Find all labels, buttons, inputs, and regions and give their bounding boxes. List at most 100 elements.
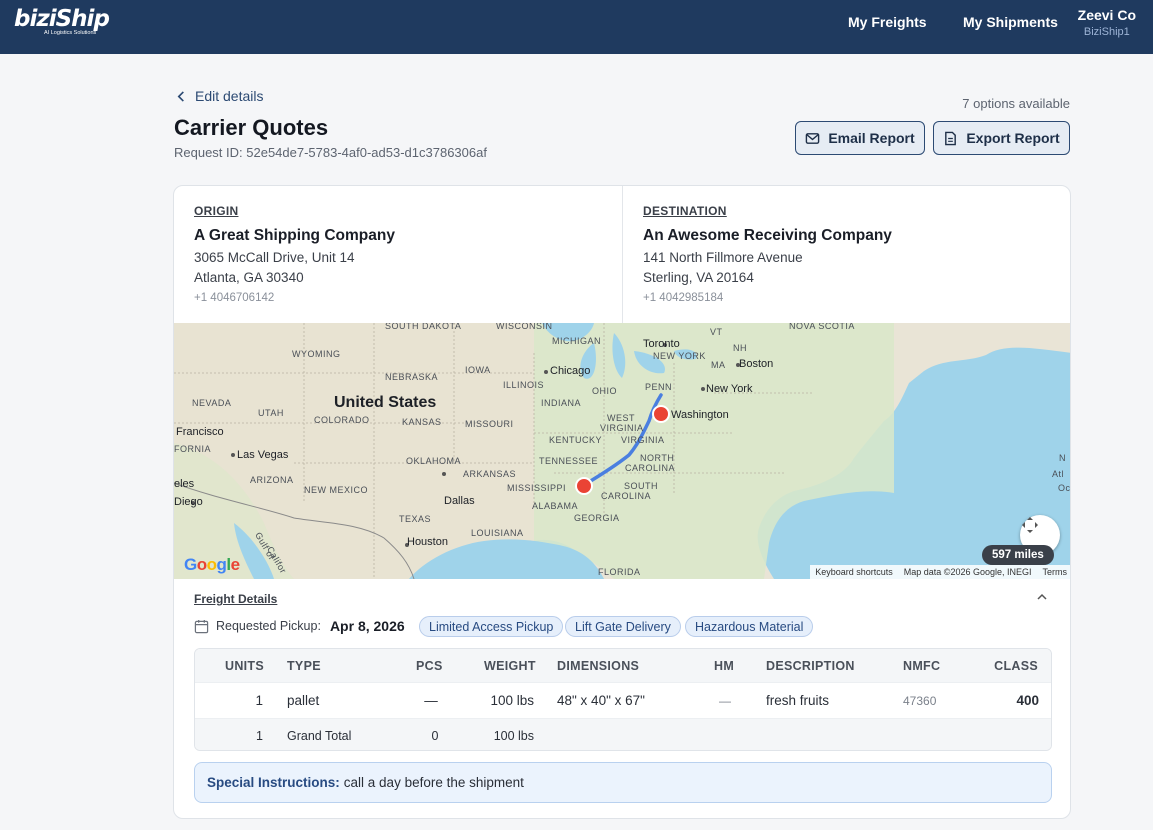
map-terms-link[interactable]: Terms: [1043, 567, 1068, 577]
map-city-chicago: Chicago: [550, 365, 591, 377]
requested-pickup: Requested Pickup: Apr 8, 2026: [194, 618, 405, 634]
map-city-las-vegas: Las Vegas: [237, 449, 289, 461]
map-city-san-francisco: Francisco: [176, 426, 224, 438]
map-label-louisiana: LOUISIANA: [471, 528, 524, 538]
export-report-label: Export Report: [966, 130, 1060, 146]
map-city-toronto: Toronto: [643, 338, 680, 350]
col-nmfc: NMFC: [903, 658, 941, 673]
route-distance-badge: 597 miles: [982, 545, 1054, 565]
email-report-label: Email Report: [828, 130, 915, 146]
cell-nmfc: 47360: [903, 693, 937, 708]
map-label-iowa: IOWA: [465, 365, 491, 375]
cell-pcs: —: [424, 693, 438, 708]
cell-type: pallet: [287, 693, 320, 708]
map-label-indiana: INDIANA: [541, 398, 582, 408]
biziship-logo[interactable]: biziShip AI Logistics Solutions: [14, 6, 110, 38]
col-weight: WEIGHT: [484, 658, 536, 673]
nav-my-freights[interactable]: My Freights: [848, 14, 927, 30]
route-map[interactable]: SOUTH DAKOTA WISCONSIN MICHIGAN Toronto …: [174, 323, 1070, 579]
map-label-penn: PENN: [645, 382, 673, 392]
map-label-nebraska: NEBRASKA: [385, 372, 439, 382]
cell-hm: —: [719, 693, 731, 708]
map-label-south-dakota: SOUTH DAKOTA: [385, 323, 462, 331]
map-label-north-carolina: CAROLINA: [625, 463, 676, 473]
logo-tagline: AI Logistics Solutions: [44, 30, 97, 36]
keyboard-shortcuts-link[interactable]: Keyboard shortcuts: [815, 567, 893, 577]
destination-city: Sterling, VA 20164: [643, 270, 754, 285]
edit-details-link[interactable]: Edit details: [176, 88, 263, 104]
nav-my-shipments[interactable]: My Shipments: [963, 14, 1058, 30]
top-navigation-bar: biziShip AI Logistics Solutions My Freig…: [0, 0, 1153, 54]
freight-items-table: UNITS TYPE PCS WEIGHT DIMENSIONS HM DESC…: [194, 648, 1052, 751]
map-city-dallas: Dallas: [444, 495, 475, 507]
map-city-houston: Houston: [407, 536, 448, 548]
col-dimensions: DIMENSIONS: [557, 658, 640, 673]
table-row: 1 pallet — 100 lbs 48" x 40" x 67" — fre…: [195, 682, 1051, 718]
map-label-illinois: ILLINOIS: [503, 380, 545, 390]
col-pcs: PCS: [416, 658, 443, 673]
cell-dimensions: 48" x 40" x 67": [557, 693, 645, 708]
map-label-california: FORNIA: [174, 444, 212, 454]
map-label-texas: TEXAS: [399, 514, 432, 524]
origin-marker[interactable]: [575, 477, 593, 495]
chevron-up-icon[interactable]: [1036, 591, 1048, 603]
map-label-colorado: COLORADO: [314, 415, 370, 425]
origin-street: 3065 McCall Drive, Unit 14: [194, 250, 355, 265]
map-label-ohio: OHIO: [592, 386, 618, 396]
map-label-michigan: MICHIGAN: [552, 336, 601, 346]
total-pcs: 0: [431, 728, 439, 743]
email-report-button[interactable]: Email Report: [795, 121, 925, 155]
col-class: CLASS: [994, 658, 1038, 673]
fullscreen-icon: [1022, 517, 1038, 533]
destination-address: DESTINATION An Awesome Receiving Company…: [623, 186, 1070, 323]
destination-marker[interactable]: [652, 405, 670, 423]
origin-label: ORIGIN: [194, 204, 239, 218]
total-weight: 100 lbs: [493, 728, 534, 743]
tag-limited-access-pickup: Limited Access Pickup: [419, 616, 564, 637]
map-label-nh: NH: [733, 343, 747, 353]
origin-phone: +1 4046706142: [194, 292, 275, 304]
table-total-row: 1 Grand Total 0 100 lbs: [195, 718, 1051, 750]
map-label-nova-scotia: NOVA SCOTIA: [789, 323, 855, 331]
map-label-atlantic-n: N: [1059, 453, 1066, 463]
map-label-tennessee: TENNESSEE: [539, 456, 599, 466]
map-label-utah: UTAH: [258, 408, 284, 418]
destination-company: An Awesome Receiving Company: [643, 227, 892, 244]
user-name: Zeevi Co: [1077, 7, 1136, 23]
destination-label: DESTINATION: [643, 204, 727, 218]
chevron-left-icon: [177, 90, 184, 102]
logo-wordmark: biziShip: [14, 6, 110, 32]
map-label-kansas: KANSAS: [402, 417, 442, 427]
map-label-atlantic: Atl: [1052, 469, 1065, 479]
map-label-new-york-state: NEW YORK: [653, 351, 706, 361]
map-label-kentucky: KENTUCKY: [549, 435, 603, 445]
map-city-new-york: New York: [706, 383, 753, 395]
quote-details-card: ORIGIN A Great Shipping Company 3065 McC…: [173, 185, 1071, 819]
google-logo[interactable]: Google: [184, 555, 240, 575]
destination-phone: +1 4042985184: [643, 292, 724, 304]
origin-city: Atlanta, GA 30340: [194, 270, 304, 285]
map-label-new-mexico: NEW MEXICO: [304, 485, 369, 495]
document-icon: [945, 131, 957, 145]
cell-class: 400: [1016, 693, 1039, 708]
freight-details-heading[interactable]: Freight Details: [194, 592, 277, 606]
map-label-south-carolina: CAROLINA: [601, 491, 652, 501]
col-hm: HM: [714, 658, 735, 673]
col-type: TYPE: [287, 658, 321, 673]
map-label-oklahoma: OKLAHOMA: [406, 456, 462, 466]
map-label-north: NORTH: [640, 453, 675, 463]
map-city-los-angeles: eles: [174, 478, 195, 490]
map-label-west-virginia: VIRGINIA: [600, 423, 644, 433]
map-label-nevada: NEVADA: [192, 398, 232, 408]
total-label: Grand Total: [287, 728, 352, 743]
map-terrain: [174, 323, 1070, 579]
export-report-button[interactable]: Export Report: [933, 121, 1070, 155]
map-label-south: SOUTH: [624, 481, 658, 491]
map-city-boston: Boston: [739, 358, 774, 370]
tag-lift-gate-delivery: Lift Gate Delivery: [565, 616, 681, 637]
map-label-vt: VT: [710, 327, 723, 337]
map-label-wyoming: WYOMING: [292, 349, 341, 359]
request-id: Request ID: 52e54de7-5783-4af0-ad53-d1c3…: [174, 145, 487, 160]
user-menu[interactable]: Zeevi Co BiziShip1: [1078, 7, 1136, 38]
mail-icon: [806, 132, 820, 144]
